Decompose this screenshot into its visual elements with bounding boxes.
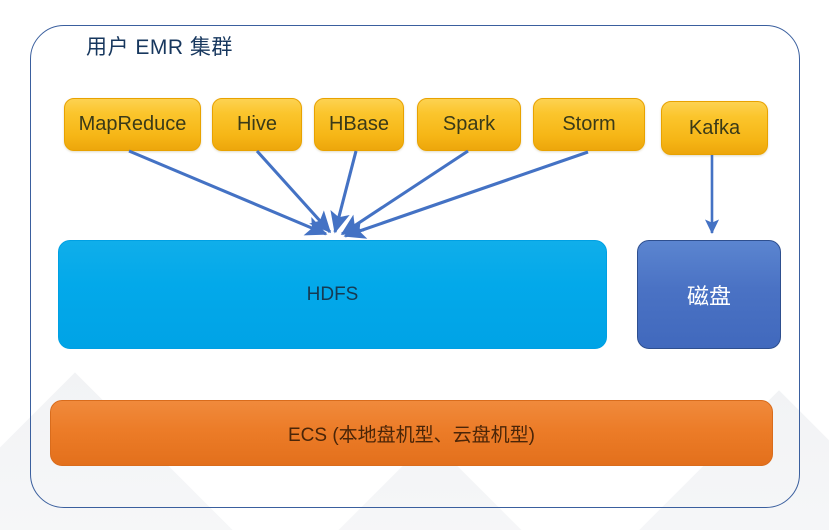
service-label-spark: Spark [442,113,496,135]
storage-box-disk[interactable]: 磁盘 [637,240,781,349]
service-box-storm[interactable]: Storm [533,98,645,151]
service-label-hbase: HBase [328,113,390,135]
storage-label-disk: 磁盘 [686,283,731,309]
storage-box-hdfs[interactable]: HDFS [58,240,607,349]
infrastructure-label-ecs: ECS (本地盘机型、云盘机型) [287,424,535,446]
service-label-storm: Storm [562,113,616,135]
service-label-mapreduce: MapReduce [78,113,187,135]
storage-label-hdfs: HDFS [306,283,359,305]
service-box-mapreduce[interactable]: MapReduce [64,98,201,151]
service-label-kafka: Kafka [688,116,741,139]
service-box-kafka[interactable]: Kafka [661,101,768,155]
service-box-hbase[interactable]: HBase [314,98,404,151]
infrastructure-box-ecs[interactable]: ECS (本地盘机型、云盘机型) [50,400,773,466]
service-box-hive[interactable]: Hive [212,98,302,151]
service-label-hive: Hive [236,113,277,135]
diagram-canvas: 用户 EMR 集群 MapReduce Hive HBase Spark Sto… [0,0,829,530]
cluster-title: 用户 EMR 集群 [86,36,233,59]
service-box-spark[interactable]: Spark [417,98,521,151]
